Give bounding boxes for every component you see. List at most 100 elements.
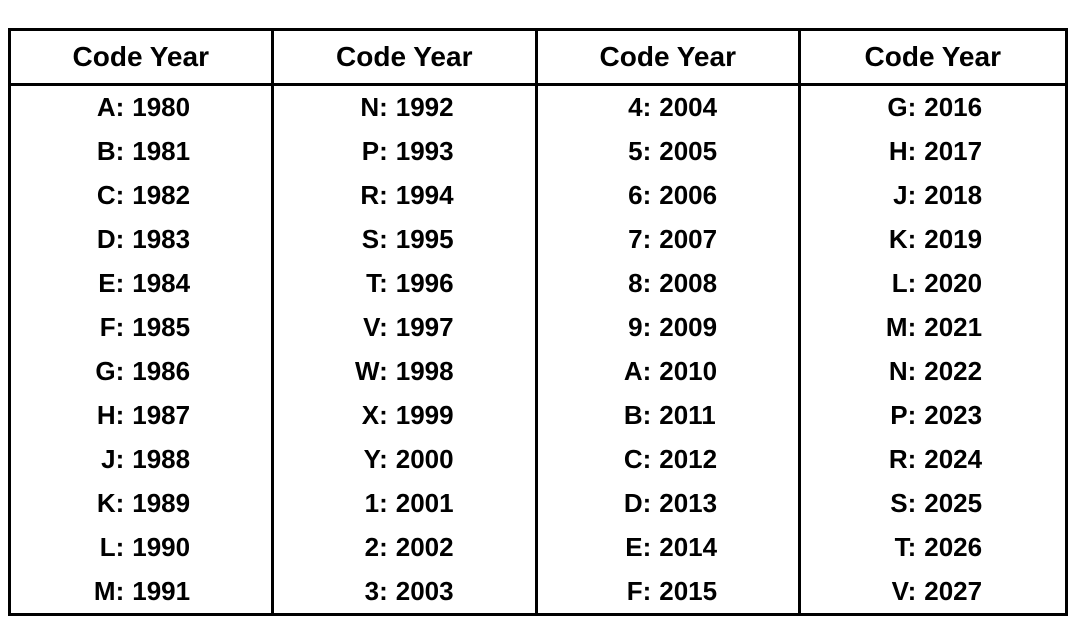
year-cell: 2026: [924, 532, 1004, 563]
code-cell: G:: [69, 356, 124, 387]
column-header-2: Code Year: [538, 31, 799, 86]
year-cell: 1998: [396, 356, 476, 387]
year-cell: 1990: [132, 532, 212, 563]
table-row: X:1999: [274, 394, 535, 438]
table-row: A:1980: [11, 86, 272, 130]
table-row: V:2027: [801, 570, 1065, 613]
table-row: H:1987: [11, 394, 272, 438]
year-cell: 1985: [132, 312, 212, 343]
code-cell: S:: [333, 224, 388, 255]
year-cell: 1991: [132, 576, 212, 607]
table-row: K:2019: [801, 218, 1065, 262]
table-row: A:2010: [538, 350, 799, 394]
table-row: L: 1990: [11, 526, 272, 570]
code-cell: J:: [861, 180, 916, 211]
table-row: C: 2012: [538, 438, 799, 482]
table-row: B:1981: [11, 130, 272, 174]
code-cell: L:: [861, 268, 916, 299]
table-row: N:1992: [274, 86, 535, 130]
year-cell: 2001: [396, 488, 476, 519]
table-row: M:2021: [801, 306, 1065, 350]
year-cell: 2011: [659, 400, 739, 431]
code-cell: 1:: [333, 488, 388, 519]
year-cell: 1996: [396, 268, 476, 299]
code-cell: H:: [69, 400, 124, 431]
table-row: 7: 2007: [538, 218, 799, 262]
year-cell: 1980: [132, 92, 212, 123]
code-cell: N:: [333, 92, 388, 123]
code-cell: P:: [861, 400, 916, 431]
column-header-0: Code Year: [11, 31, 272, 86]
year-cell: 2025: [924, 488, 1004, 519]
table-row: P: 2023: [801, 394, 1065, 438]
code-cell: C:: [69, 180, 124, 211]
code-cell: J:: [69, 444, 124, 475]
year-cell: 2023: [924, 400, 1004, 431]
code-cell: R:: [333, 180, 388, 211]
table-row: 6:2006: [538, 174, 799, 218]
table-row: T: 1996: [274, 262, 535, 306]
code-cell: M:: [69, 576, 124, 607]
code-cell: F:: [69, 312, 124, 343]
code-cell: T:: [333, 268, 388, 299]
year-cell: 1982: [132, 180, 212, 211]
year-cell: 2024: [924, 444, 1004, 475]
code-cell: 5:: [596, 136, 651, 167]
year-cell: 2018: [924, 180, 1004, 211]
year-cell: 1988: [132, 444, 212, 475]
code-cell: R:: [861, 444, 916, 475]
code-cell: 2:: [333, 532, 388, 563]
code-cell: 4:: [596, 92, 651, 123]
table-row: F:2015: [538, 570, 799, 613]
year-cell: 2002: [396, 532, 476, 563]
code-cell: G:: [861, 92, 916, 123]
table-row: 1: 2001: [274, 482, 535, 526]
year-cell: 2009: [659, 312, 739, 343]
year-cell: 2005: [659, 136, 739, 167]
code-cell: V:: [861, 576, 916, 607]
year-cell: 1986: [132, 356, 212, 387]
column-header-1: Code Year: [274, 31, 535, 86]
year-cell: 1981: [132, 136, 212, 167]
code-cell: F:: [596, 576, 651, 607]
table-row: S:2025: [801, 482, 1065, 526]
table-row: 5: 2005: [538, 130, 799, 174]
code-cell: 3:: [333, 576, 388, 607]
code-cell: K:: [861, 224, 916, 255]
code-cell: W:: [333, 356, 388, 387]
year-cell: 2017: [924, 136, 1004, 167]
table-row: 2: 2002: [274, 526, 535, 570]
table-row: T: 2026: [801, 526, 1065, 570]
code-cell: M:: [861, 312, 916, 343]
table-row: P:1993: [274, 130, 535, 174]
code-cell: H:: [861, 136, 916, 167]
year-cell: 2014: [659, 532, 739, 563]
year-cell: 1997: [396, 312, 476, 343]
year-cell: 2013: [659, 488, 739, 519]
table-row: 9:2009: [538, 306, 799, 350]
table-row: J: 1988: [11, 438, 272, 482]
code-cell: T:: [861, 532, 916, 563]
code-cell: D:: [596, 488, 651, 519]
code-cell: 7:: [596, 224, 651, 255]
table-row: 3: 2003: [274, 570, 535, 613]
year-cell: 1989: [132, 488, 212, 519]
year-cell: 2007: [659, 224, 739, 255]
table-row: N:2022: [801, 350, 1065, 394]
table-row: K:1989: [11, 482, 272, 526]
year-cell: 1993: [396, 136, 476, 167]
code-cell: C:: [596, 444, 651, 475]
table-row: R: 2024: [801, 438, 1065, 482]
year-cell: 1983: [132, 224, 212, 255]
year-cell: 2010: [659, 356, 739, 387]
table-row: 8:2008: [538, 262, 799, 306]
year-cell: 2012: [659, 444, 739, 475]
code-cell: Y:: [333, 444, 388, 475]
table-row: D:1983: [11, 218, 272, 262]
column-header-3: Code Year: [801, 31, 1065, 86]
year-cell: 2022: [924, 356, 1004, 387]
year-cell: 1999: [396, 400, 476, 431]
code-cell: L:: [69, 532, 124, 563]
table-row: L:2020: [801, 262, 1065, 306]
year-cell: 2003: [396, 576, 476, 607]
